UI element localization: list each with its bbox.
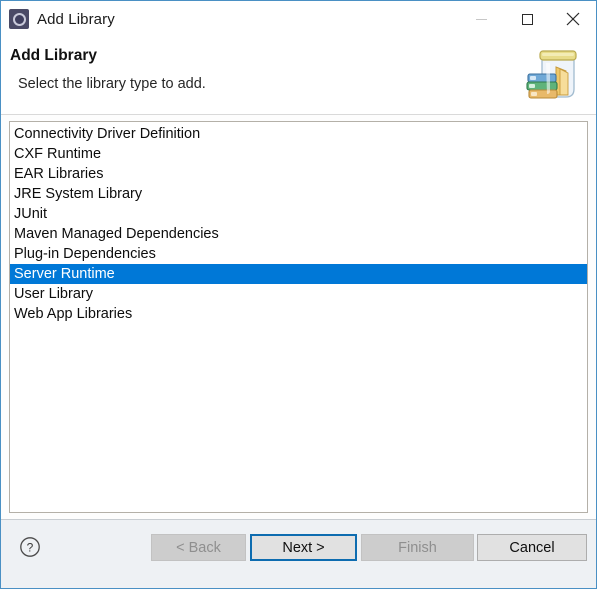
list-item[interactable]: User Library — [10, 284, 587, 304]
list-item[interactable]: EAR Libraries — [10, 164, 587, 184]
dialog-body: Connectivity Driver Definition CXF Runtim… — [1, 115, 596, 519]
back-button[interactable]: < Back — [151, 534, 246, 561]
list-item[interactable]: Maven Managed Dependencies — [10, 224, 587, 244]
list-item[interactable]: Server Runtime — [10, 264, 587, 284]
dialog-footer: ? < Back Next > Finish Cancel — [1, 519, 596, 588]
window-title: Add Library — [37, 10, 115, 28]
list-item[interactable]: Connectivity Driver Definition — [10, 124, 587, 144]
page-subtitle: Select the library type to add. — [18, 76, 206, 92]
window-controls — [458, 1, 596, 37]
minimize-button[interactable] — [458, 1, 504, 37]
question-mark-icon: ? — [27, 541, 34, 555]
library-type-list[interactable]: Connectivity Driver Definition CXF Runtim… — [9, 121, 588, 513]
title-bar: Add Library — [1, 1, 596, 37]
minimize-icon — [475, 18, 487, 20]
list-item[interactable]: Plug-in Dependencies — [10, 244, 587, 264]
list-item[interactable]: Web App Libraries — [10, 304, 587, 324]
help-button[interactable]: ? — [19, 536, 41, 558]
finish-button[interactable]: Finish — [361, 534, 474, 561]
maximize-icon — [521, 13, 533, 25]
library-gear-icon — [9, 9, 29, 29]
cancel-button[interactable]: Cancel — [477, 534, 587, 561]
page-title: Add Library — [10, 47, 97, 64]
close-icon — [566, 12, 580, 26]
list-item[interactable]: JUnit — [10, 204, 587, 224]
next-button[interactable]: Next > — [250, 534, 357, 561]
close-button[interactable] — [550, 1, 596, 37]
maximize-button[interactable] — [504, 1, 550, 37]
list-item[interactable]: JRE System Library — [10, 184, 587, 204]
list-item[interactable]: CXF Runtime — [10, 144, 587, 164]
jar-with-books-icon — [526, 50, 577, 99]
add-library-dialog: Add Library Add Library Select the libra… — [0, 0, 597, 589]
dialog-header: Add Library Select the library type to a… — [1, 37, 596, 115]
